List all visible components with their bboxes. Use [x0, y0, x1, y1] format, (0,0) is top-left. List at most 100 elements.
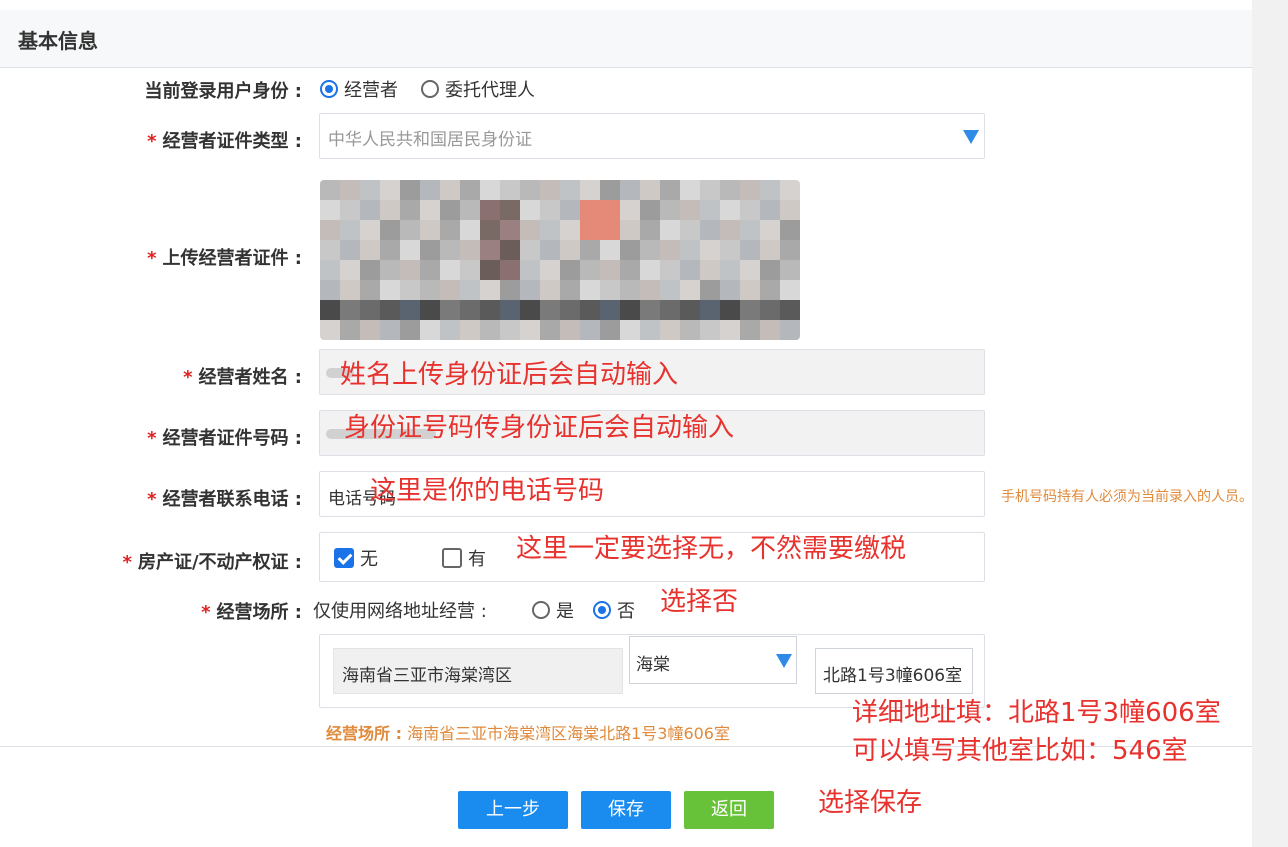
- mosaic-tile: [580, 220, 600, 240]
- mosaic-tile: [320, 320, 340, 340]
- annotation-detail-1: 详细地址填：北路1号3幢606室: [852, 698, 1221, 728]
- mosaic-tile: [540, 220, 560, 240]
- premises-summary: 经营场所 : 海南省三亚市海棠湾区海棠北路1号3幢606室: [326, 720, 730, 744]
- mosaic-tile: [600, 180, 620, 200]
- street-select[interactable]: 海棠: [629, 636, 797, 684]
- mosaic-tile: [380, 300, 400, 320]
- mosaic-tile: [640, 260, 660, 280]
- mosaic-tile: [480, 320, 500, 340]
- mosaic-tile: [400, 240, 420, 260]
- property-label: * 房产证/不动产权证 :: [123, 548, 302, 574]
- mosaic-tile: [360, 260, 380, 280]
- online-only-option-yes[interactable]: 是: [532, 597, 574, 623]
- mosaic-tile: [620, 300, 640, 320]
- annotation-phone: 这里是你的电话号码: [370, 476, 605, 506]
- mosaic-tile: [320, 280, 340, 300]
- mosaic-tile: [420, 300, 440, 320]
- property-option-yes-label: 有: [468, 549, 486, 570]
- mosaic-tile: [700, 260, 720, 280]
- online-only-option-yes-label: 是: [556, 601, 574, 622]
- section-title: 基本信息: [18, 29, 98, 53]
- mosaic-tile: [340, 260, 360, 280]
- mosaic-tile: [380, 240, 400, 260]
- mosaic-tile: [540, 300, 560, 320]
- mosaic-tile: [660, 260, 680, 280]
- mosaic-tile: [340, 200, 360, 220]
- mosaic-tile: [680, 200, 700, 220]
- mosaic-tile: [720, 280, 740, 300]
- region-value: 海南省三亚市海棠湾区: [342, 666, 512, 686]
- mosaic-tile: [740, 280, 760, 300]
- prev-step-button[interactable]: 上一步: [458, 791, 568, 829]
- mosaic-tile: [400, 180, 420, 200]
- back-button[interactable]: 返回: [684, 791, 774, 829]
- property-option-none[interactable]: 无: [334, 545, 378, 571]
- annotation-id-auto: 身份证号码传身份证后会自动输入: [344, 413, 735, 443]
- uploaded-id-image[interactable]: [320, 180, 800, 340]
- mosaic-tile: [400, 320, 420, 340]
- premises-label-text: 经营场所 :: [216, 602, 302, 623]
- mosaic-tile: [500, 320, 520, 340]
- mosaic-tile: [380, 180, 400, 200]
- mosaic-tile: [740, 200, 760, 220]
- mosaic-tile: [740, 300, 760, 320]
- mosaic-tile: [660, 320, 680, 340]
- mosaic-tile: [780, 180, 800, 200]
- mosaic-tile: [440, 200, 460, 220]
- mosaic-tile: [760, 240, 780, 260]
- identity-option-agent-label: 委托代理人: [445, 80, 535, 101]
- mosaic-tile: [540, 280, 560, 300]
- section-header: 基本信息: [0, 10, 1252, 68]
- mosaic-tile: [380, 200, 400, 220]
- mosaic-tile: [700, 180, 720, 200]
- mosaic-tile: [700, 320, 720, 340]
- mosaic-tile: [380, 220, 400, 240]
- identity-option-agent[interactable]: 委托代理人: [421, 76, 535, 102]
- id-number-label: * 经营者证件号码 :: [147, 424, 302, 450]
- mosaic-tile: [440, 240, 460, 260]
- page-scrollbar[interactable]: [1252, 0, 1288, 847]
- region-field[interactable]: 海南省三亚市海棠湾区: [333, 648, 623, 694]
- checkbox-checked-icon: [334, 548, 354, 568]
- identity-option-operator[interactable]: 经营者: [320, 76, 398, 102]
- name-label-text: 经营者姓名 :: [198, 367, 302, 388]
- mosaic-tile: [340, 280, 360, 300]
- mosaic-tile: [600, 280, 620, 300]
- mosaic-tile: [760, 320, 780, 340]
- required-mark: *: [183, 367, 193, 388]
- mosaic-tile: [600, 240, 620, 260]
- mosaic-tile: [600, 220, 620, 240]
- mosaic-tile: [560, 200, 580, 220]
- mosaic-tile: [480, 200, 500, 220]
- mosaic-tile: [580, 200, 600, 220]
- id-type-select[interactable]: 中华人民共和国居民身份证: [319, 113, 985, 159]
- upload-label-text: 上传经营者证件 :: [162, 248, 302, 269]
- mosaic-tile: [460, 320, 480, 340]
- property-option-yes[interactable]: 有: [442, 545, 486, 571]
- mosaic-tile: [480, 240, 500, 260]
- mosaic-tile: [560, 180, 580, 200]
- mosaic-tile: [520, 260, 540, 280]
- property-option-none-label: 无: [360, 549, 378, 570]
- mosaic-tile: [400, 260, 420, 280]
- mosaic-tile: [520, 280, 540, 300]
- mosaic-tile: [720, 300, 740, 320]
- mosaic-tile: [440, 280, 460, 300]
- mosaic-tile: [760, 300, 780, 320]
- detail-address-input[interactable]: 北路1号3幢606室: [815, 648, 973, 694]
- phone-label-text: 经营者联系电话 :: [162, 489, 302, 510]
- mosaic-tile: [540, 200, 560, 220]
- mosaic-tile: [760, 220, 780, 240]
- mosaic-tile: [400, 300, 420, 320]
- online-only-option-no[interactable]: 否: [593, 597, 635, 623]
- mosaic-tile: [520, 200, 540, 220]
- save-button[interactable]: 保存: [581, 791, 671, 829]
- mosaic-tile: [560, 220, 580, 240]
- mosaic-tile: [480, 220, 500, 240]
- mosaic-tile: [660, 180, 680, 200]
- mosaic-tile: [360, 200, 380, 220]
- mosaic-tile: [460, 220, 480, 240]
- mosaic-tile: [620, 280, 640, 300]
- mosaic-tile: [460, 200, 480, 220]
- mosaic-tile: [420, 320, 440, 340]
